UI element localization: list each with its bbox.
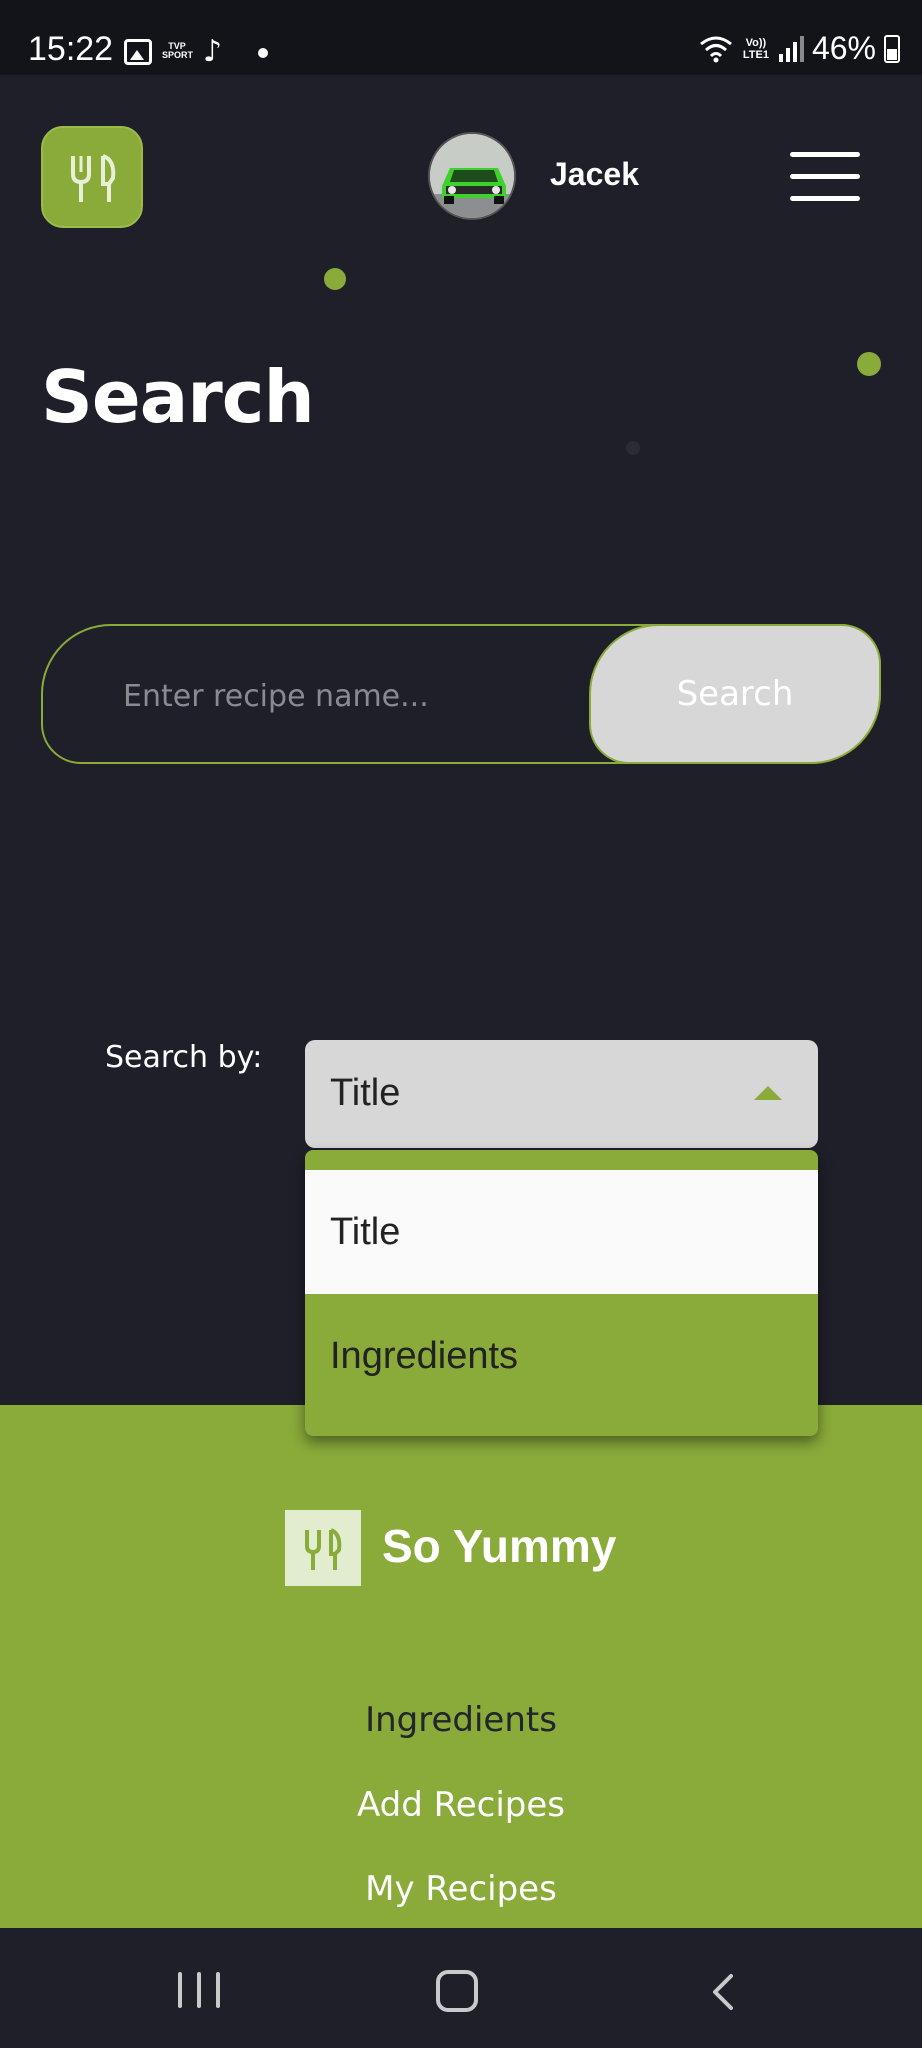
status-right: Vo)) LTE1 46% — [699, 30, 900, 67]
system-nav-bar — [0, 1928, 922, 2048]
back-icon[interactable] — [705, 1972, 745, 2012]
footer-logo[interactable] — [285, 1510, 361, 1586]
search-input[interactable] — [123, 656, 583, 736]
search-by-dropdown: Title Ingredients — [305, 1150, 818, 1436]
search-by-select[interactable]: Title — [305, 1040, 818, 1148]
decorative-dot — [324, 268, 346, 290]
cutlery-icon — [305, 1528, 342, 1570]
recent-apps-icon[interactable] — [178, 1972, 220, 2008]
tiktok-notification-icon: ♪ — [203, 34, 223, 69]
battery-icon — [884, 34, 900, 63]
footer-link-ingredients[interactable]: Ingredients — [0, 1700, 922, 1740]
battery-percent: 46% — [811, 30, 876, 66]
lte-indicator: Vo)) LTE1 — [742, 36, 769, 61]
app-logo[interactable] — [41, 126, 143, 228]
search-by-label: Search by: — [105, 1040, 263, 1075]
search-button[interactable]: Search — [589, 624, 881, 764]
dropdown-option-title[interactable]: Title — [305, 1170, 818, 1294]
status-time: 15:22 — [28, 30, 114, 68]
select-value: Title — [330, 1072, 401, 1114]
dropdown-option-ingredients[interactable]: Ingredients — [305, 1294, 818, 1418]
search-form: Search — [41, 624, 881, 764]
decorative-dot — [626, 441, 640, 455]
user-name[interactable]: Jacek — [550, 156, 639, 193]
hamburger-menu-icon[interactable] — [790, 150, 860, 204]
cutlery-icon — [71, 154, 116, 202]
footer-link-add-recipes[interactable]: Add Recipes — [0, 1785, 922, 1825]
status-bar: 15:22 TVP SPORT ♪ Vo)) LTE1 46% — [0, 0, 922, 75]
page-title: Search — [41, 355, 315, 439]
signal-icon — [778, 35, 804, 62]
more-notifications-icon — [258, 48, 268, 58]
user-avatar[interactable] — [428, 132, 516, 220]
wifi-icon — [700, 36, 732, 62]
footer-brand: So Yummy — [382, 1520, 617, 1572]
gallery-notification-icon — [124, 39, 152, 65]
avatar-car-image — [430, 134, 514, 218]
footer: So Yummy Ingredients Add Recipes My Reci… — [0, 1405, 922, 1928]
home-icon[interactable] — [436, 1970, 478, 2012]
tvp-sport-notification-icon: TVP SPORT — [162, 41, 194, 60]
chevron-up-icon — [754, 1086, 782, 1100]
footer-link-my-recipes[interactable]: My Recipes — [0, 1869, 922, 1909]
decorative-dot — [857, 352, 881, 376]
